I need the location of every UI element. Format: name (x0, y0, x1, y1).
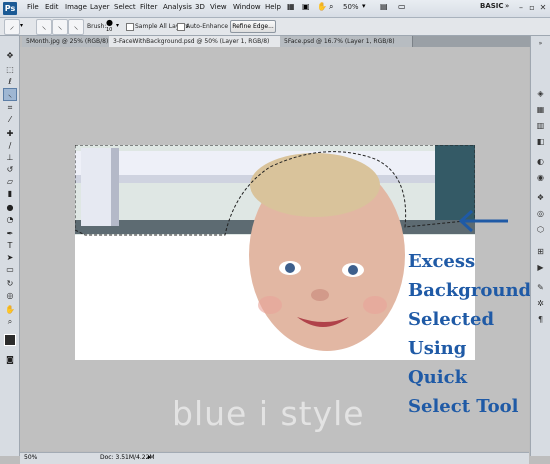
channels-icon[interactable]: ◎ (534, 208, 547, 220)
panel-dock: » ◈ ▦ ▥ ◧ ◐ ◉ ❖ ◎ ⬡ ⊞ ▶ ✎ ✲ ¶ (530, 36, 550, 456)
paths-icon[interactable]: ⬡ (534, 224, 547, 236)
auto-enhance-label: Auto-Enhance (186, 23, 229, 30)
add-to-selection-icon[interactable]: ⸜ (52, 19, 68, 35)
annotation-text: Excess Background Selected Using Quick S… (408, 247, 548, 421)
eyedropper-icon[interactable]: ⁄ (4, 114, 16, 125)
brush-size: 10 (106, 27, 113, 33)
menu-view[interactable]: View (210, 3, 227, 11)
menu-3d[interactable]: 3D (195, 3, 205, 11)
brush-label: Brush: (87, 23, 107, 30)
adjustments-panel-icon[interactable]: ◐ (534, 156, 547, 168)
quick-mask-icon[interactable]: ◙ (4, 354, 16, 365)
eraser-icon[interactable]: ▱ (4, 176, 16, 187)
brush-dot-icon[interactable]: ● (106, 19, 113, 27)
menu-file[interactable]: File (27, 3, 39, 11)
path-select-icon[interactable]: ➤ (4, 252, 16, 263)
zoom-tool-icon[interactable]: ⌕ (329, 2, 333, 12)
workspace-dropdown-icon[interactable]: » (505, 2, 509, 10)
sample-all-layers-checkbox[interactable] (126, 23, 134, 31)
status-bar: 50% Doc: 3.51M/4.22M ▸ (20, 452, 529, 464)
heal-icon[interactable]: ✚ (4, 128, 16, 139)
type-icon[interactable]: T (4, 240, 16, 251)
mini-bridge-icon[interactable]: ▣ (302, 2, 310, 11)
dodge-icon[interactable]: ◔ (4, 214, 16, 225)
annotation-line: Quick (408, 367, 468, 388)
bridge-icon[interactable]: ▦ (287, 2, 295, 11)
document-tabs: 5Month.jpg @ 25% (RGB/8) 3-FaceWithBackg… (22, 36, 530, 47)
zoom-level[interactable]: 50% (343, 3, 359, 11)
pen-icon[interactable]: ✒ (4, 228, 16, 239)
annotation-line: Using (408, 338, 467, 359)
clone-source-icon[interactable]: ✲ (534, 298, 547, 310)
hand-tool-icon[interactable]: ✋ (317, 2, 327, 11)
menu-help[interactable]: Help (265, 3, 281, 11)
zoom-dropdown-icon[interactable]: ▾ (362, 2, 366, 10)
tool-preset-icon[interactable]: ⸝ (4, 19, 20, 35)
photoshop-logo-icon: Ps (3, 2, 17, 15)
brush-icon[interactable]: ∕ (4, 140, 16, 151)
screen-mode-icon[interactable]: ▭ (398, 2, 406, 11)
options-bar: ⸝ ▾ ⸜ ⸜ ⸜ Brush: ● 10 ▾ Sample All Layer… (0, 18, 550, 36)
hand-icon[interactable]: ✋ (4, 304, 16, 315)
annotation-line: Select Tool (408, 396, 519, 417)
menu-analysis[interactable]: Analysis (163, 3, 192, 11)
collapse-panels-icon[interactable]: » (534, 38, 547, 50)
tools-panel: ✥ ⬚ ℓ ⸜ ⌗ ⁄ ✚ ∕ ⊥ ↺ ▱ ▮ ● ◔ ✒ T ➤ ▭ ↻ ◎ … (0, 36, 20, 456)
shape-icon[interactable]: ▭ (4, 264, 16, 275)
blur-icon[interactable]: ● (4, 202, 16, 213)
close-icon[interactable]: ✕ (538, 2, 548, 13)
menu-filter[interactable]: Filter (140, 3, 157, 11)
gradient-icon[interactable]: ▮ (4, 188, 16, 199)
swatches-panel-icon[interactable]: ▥ (534, 120, 547, 132)
tab-5month[interactable]: 5Month.jpg @ 25% (RGB/8) (22, 36, 113, 47)
restore-icon[interactable]: ▫ (527, 2, 537, 13)
annotation-line: Background (408, 280, 532, 301)
menu-image[interactable]: Image (65, 3, 87, 11)
status-zoom[interactable]: 50% (24, 454, 37, 461)
layers-panel-icon[interactable]: ◈ (534, 88, 547, 100)
menu-layer[interactable]: Layer (90, 3, 110, 11)
new-selection-icon[interactable]: ⸜ (36, 19, 52, 35)
watermark: blue i style (172, 394, 365, 433)
menu-edit[interactable]: Edit (45, 3, 59, 11)
menu-window[interactable]: Window (233, 3, 261, 11)
masks-panel-icon[interactable]: ◉ (534, 172, 547, 184)
subtract-from-selection-icon[interactable]: ⸜ (68, 19, 84, 35)
3d-orbit-icon[interactable]: ◎ (4, 290, 16, 301)
refine-edge-button[interactable]: Refine Edge... (230, 20, 276, 33)
crop-icon[interactable]: ⌗ (4, 102, 16, 113)
workspace-switcher[interactable]: BASIC (480, 2, 504, 10)
lasso-icon[interactable]: ℓ (4, 76, 16, 87)
3d-rotate-icon[interactable]: ↻ (4, 278, 16, 289)
minimize-icon[interactable]: – (516, 2, 526, 13)
annotation-line: Selected (408, 309, 495, 330)
menu-select[interactable]: Select (114, 3, 136, 11)
menu-bar: Ps File Edit Image Layer Select Filter A… (0, 0, 550, 18)
stamp-icon[interactable]: ⊥ (4, 152, 16, 163)
preset-dropdown-icon[interactable]: ▾ (20, 22, 23, 29)
history-brush-icon[interactable]: ↺ (4, 164, 16, 175)
annotation-arrow-icon (458, 209, 508, 233)
arrange-documents-icon[interactable]: ▤ (380, 2, 388, 11)
status-menu-icon[interactable]: ▸ (148, 453, 152, 461)
quick-select-icon[interactable]: ⸜ (3, 88, 17, 101)
brush-dropdown-icon[interactable]: ▾ (116, 22, 119, 29)
marquee-icon[interactable]: ⬚ (4, 64, 16, 75)
move-icon[interactable]: ✥ (4, 50, 16, 61)
foreground-color-swatch[interactable] (4, 334, 16, 346)
zoom-icon[interactable]: ⌕ (4, 316, 16, 327)
layers-icon[interactable]: ❖ (534, 192, 547, 204)
actions-icon[interactable]: ▶ (534, 262, 547, 274)
tab-face-with-background[interactable]: 3-FaceWithBackground.psd @ 50% (Layer 1,… (109, 36, 284, 47)
auto-enhance-checkbox[interactable] (177, 23, 185, 31)
styles-panel-icon[interactable]: ◧ (534, 136, 547, 148)
status-doc-size: Doc: 3.51M/4.22M (100, 454, 155, 461)
color-panel-icon[interactable]: ▦ (534, 104, 547, 116)
brushes-icon[interactable]: ✎ (534, 282, 547, 294)
annotation-line: Excess (408, 251, 476, 272)
paragraph-icon[interactable]: ¶ (534, 314, 547, 326)
history-icon[interactable]: ⊞ (534, 246, 547, 258)
tab-5face[interactable]: 5Face.psd @ 16.7% (Layer 1, RGB/8) (280, 36, 413, 47)
